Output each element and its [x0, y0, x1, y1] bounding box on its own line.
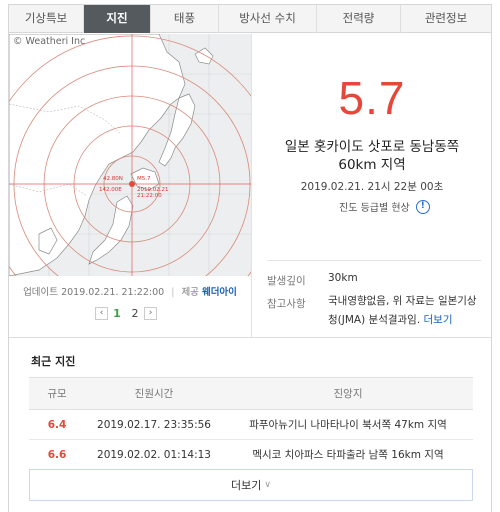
- table-header: 규모 진원시간 진앙지: [29, 377, 473, 410]
- tab-bar: 기상특보 지진 태풍 방사선 수치 전력량 관련정보: [9, 5, 491, 33]
- row-magnitude: 6.4: [47, 418, 67, 431]
- load-more-button[interactable]: 더보기 ∨: [29, 469, 473, 501]
- section-divider: [9, 337, 491, 338]
- lat-label: 42.80N: [103, 176, 123, 182]
- reference-value: 국내영향없음, 위 자료는 일본기상 청(JMA) 분석결과임. 더보기: [328, 292, 488, 330]
- row-magnitude: 6.6: [47, 448, 67, 461]
- epicenter-marker: [129, 181, 135, 187]
- reference-label: 참고사항: [267, 298, 306, 310]
- depth-value: 30km: [328, 272, 358, 284]
- map-copyright: © Weatheri Inc: [13, 36, 86, 47]
- reference-more-link[interactable]: 더보기: [424, 314, 453, 326]
- lon-label: 142.00E: [99, 187, 122, 193]
- time-label: 21:22:00: [137, 193, 162, 199]
- update-datetime: 2019.02.21. 21:22:00: [61, 287, 165, 298]
- epicenter-location: 일본 홋카이도 삿포로 동남동쪽 60km 지역: [252, 138, 492, 174]
- prev-page-button[interactable]: ‹: [95, 307, 108, 320]
- source-label: 제공: [181, 287, 199, 298]
- epicenter-map[interactable]: 42.80N M5.7 142.00E 2019.02.21 21:22:00 …: [9, 34, 251, 276]
- next-page-button[interactable]: ›: [144, 307, 157, 320]
- row-time: 2019.02.17. 23:35:56: [97, 418, 211, 431]
- tab-weather-warning[interactable]: 기상특보: [9, 5, 84, 33]
- header-time: 진원시간: [134, 388, 174, 400]
- tab-typhoon[interactable]: 태풍: [151, 5, 219, 33]
- row-time: 2019.02.02. 01:14:13: [97, 448, 211, 461]
- source-link[interactable]: 웨더아이: [202, 287, 237, 298]
- location-line-1: 일본 홋카이도 삿포로 동남동쪽: [284, 139, 460, 155]
- magnitude-value: 5.7: [338, 72, 406, 124]
- info-icon[interactable]: !: [415, 199, 430, 214]
- tab-radiation[interactable]: 방사선 수치: [219, 5, 317, 33]
- header-epicenter: 진앙지: [333, 388, 363, 400]
- map-pager: ‹ 1 2 ›: [95, 307, 157, 320]
- info-divider: [267, 260, 481, 261]
- recent-earthquakes-title: 최근 지진: [31, 355, 76, 368]
- row-place: 파푸아뉴기니 나마타나이 북서쪽 47km 지역: [249, 419, 447, 431]
- table-row[interactable]: 6.6 2019.02.02. 01:14:13 멕시코 치아파스 타파출라 남…: [29, 440, 473, 470]
- tab-earthquake[interactable]: 지진: [84, 5, 151, 33]
- reference-line-2: 청(JMA) 분석결과임.: [328, 314, 421, 326]
- intensity-scale-link[interactable]: 진도 등급별 현상 !: [339, 199, 430, 214]
- earthquake-widget: 기상특보 지진 태풍 방사선 수치 전력량 관련정보 42.80N M5.7 1…: [8, 4, 492, 512]
- recent-earthquakes-table: 규모 진원시간 진앙지 6.4 2019.02.17. 23:35:56 파푸아…: [29, 377, 473, 470]
- update-info: 업데이트 2019.02.21. 21:22:00 | 제공 웨더아이: [23, 287, 237, 298]
- page-1[interactable]: 1: [108, 307, 126, 320]
- header-magnitude: 규모: [47, 388, 67, 400]
- table-row[interactable]: 6.4 2019.02.17. 23:35:56 파푸아뉴기니 나마타나이 북서…: [29, 410, 473, 440]
- tab-related-info[interactable]: 관련정보: [401, 5, 491, 33]
- tab-power[interactable]: 전력량: [317, 5, 401, 33]
- reference-line-1: 국내영향없음, 위 자료는 일본기상: [328, 295, 477, 307]
- location-line-2: 60km 지역: [338, 157, 406, 173]
- update-label: 업데이트: [23, 287, 59, 298]
- occurrence-datetime: 2019.02.21. 21시 22분 00초: [300, 181, 444, 193]
- depth-label: 발생깊이: [267, 275, 306, 287]
- row-place: 멕시코 치아파스 타파출라 남쪽 16km 지역: [252, 449, 444, 461]
- magnitude-label: M5.7: [137, 176, 151, 182]
- chevron-down-icon: ∨: [264, 480, 271, 490]
- intensity-label: 진도 등급별 현상: [339, 203, 410, 214]
- load-more-label: 더보기: [231, 479, 262, 492]
- page-2[interactable]: 2: [126, 307, 144, 320]
